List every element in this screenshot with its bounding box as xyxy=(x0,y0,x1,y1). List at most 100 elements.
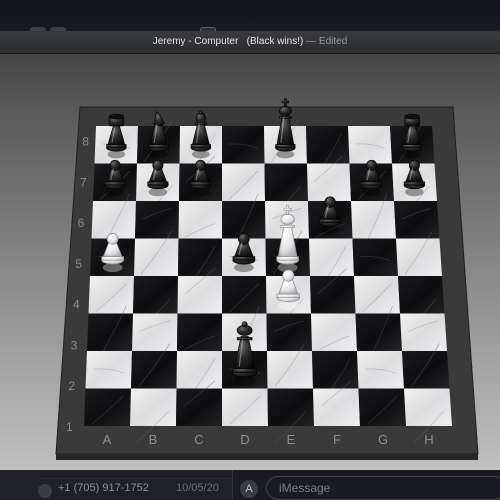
square-c3[interactable] xyxy=(177,313,222,352)
piece-head xyxy=(152,159,164,171)
piece-finial xyxy=(198,110,203,115)
background-window-top xyxy=(0,0,500,36)
square-e2[interactable] xyxy=(267,351,313,389)
square-d1[interactable] xyxy=(222,388,268,427)
title-dash: — xyxy=(306,36,317,47)
square-h2[interactable] xyxy=(402,351,450,389)
title-edited: Edited xyxy=(318,36,348,47)
square-b3[interactable] xyxy=(132,313,178,352)
rank-label-7: 7 xyxy=(80,175,87,189)
piece-crown xyxy=(280,213,295,225)
square-d6[interactable] xyxy=(222,201,266,239)
rank-label-4: 4 xyxy=(73,298,80,312)
piece-plinth xyxy=(276,256,299,261)
piece-cross-h xyxy=(283,207,292,211)
board-frame-edge xyxy=(56,454,478,460)
square-b1[interactable] xyxy=(130,388,177,427)
piece-head xyxy=(366,159,378,171)
piece-head xyxy=(282,269,295,282)
square-g6[interactable] xyxy=(351,201,396,239)
square-b4[interactable] xyxy=(133,276,178,314)
square-h6[interactable] xyxy=(394,201,440,239)
square-a6[interactable] xyxy=(91,201,137,239)
square-g3[interactable] xyxy=(355,313,403,352)
piece-plinth xyxy=(403,181,425,186)
piece-plinth xyxy=(104,181,126,186)
square-e1[interactable] xyxy=(267,388,315,427)
rank-label-1: 1 xyxy=(66,420,73,434)
square-a4[interactable] xyxy=(88,276,135,314)
piece-collar xyxy=(280,225,295,228)
square-f3[interactable] xyxy=(311,313,357,352)
piece-plinth xyxy=(276,293,301,299)
window-title: Jeremy - Computer (Black wins!) — Edited xyxy=(0,31,500,53)
rank-label-3: 3 xyxy=(71,338,78,352)
square-a1[interactable] xyxy=(84,388,131,427)
square-g4[interactable] xyxy=(354,276,400,314)
piece-plinth xyxy=(190,144,212,149)
square-d4[interactable] xyxy=(222,276,267,314)
square-g1[interactable] xyxy=(358,388,407,427)
rank-label-2: 2 xyxy=(68,379,75,393)
square-f4[interactable] xyxy=(310,276,356,314)
conversation-list: +1 (705) 917-1752 10/05/20 xyxy=(0,470,233,500)
title-bar[interactable]: Jeremy - Computer (Black wins!) — Edited xyxy=(0,31,500,54)
piece-cross-h xyxy=(281,100,289,104)
piece-crown xyxy=(278,106,292,116)
file-label-G: G xyxy=(378,432,388,447)
title-result: (Black wins!) xyxy=(246,36,304,47)
square-a3[interactable] xyxy=(87,313,133,352)
rank-label-8: 8 xyxy=(82,135,89,149)
piece-plinth xyxy=(106,144,127,149)
square-d7[interactable] xyxy=(222,163,265,202)
piece-plinth xyxy=(401,144,423,149)
avatar xyxy=(38,484,52,498)
chess-board[interactable]: 8 7 6 5 4 3 2 1 A B C D E F G H xyxy=(0,53,500,470)
background-messages-window: +1 (705) 917-1752 10/05/20 A iMessage xyxy=(0,470,500,500)
piece-head xyxy=(195,159,207,171)
piece-collar xyxy=(194,122,208,125)
square-h1[interactable] xyxy=(404,388,452,427)
piece-collar xyxy=(279,116,292,119)
message-input[interactable]: iMessage xyxy=(266,476,500,500)
file-label-A: A xyxy=(103,432,112,447)
square-f8[interactable] xyxy=(306,126,350,164)
square-h3[interactable] xyxy=(400,313,447,352)
square-b2[interactable] xyxy=(131,351,177,389)
piece-plinth xyxy=(190,181,212,186)
piece-plinth xyxy=(275,144,296,149)
square-c6[interactable] xyxy=(178,201,223,239)
square-h5[interactable] xyxy=(396,238,442,277)
piece-head xyxy=(238,233,250,245)
piece-head xyxy=(109,159,121,171)
file-label-E: E xyxy=(287,432,296,447)
piece-plinth xyxy=(361,181,383,186)
file-label-B: B xyxy=(149,432,158,447)
piece-head xyxy=(324,196,336,208)
piece-collar xyxy=(236,337,253,341)
square-f1[interactable] xyxy=(313,388,360,427)
file-label-C: C xyxy=(194,432,203,447)
file-label-H: H xyxy=(424,432,433,447)
contact-number[interactable]: +1 (705) 917-1752 xyxy=(58,482,149,494)
piece-head xyxy=(408,159,420,171)
square-e3[interactable] xyxy=(266,313,313,352)
contact-date: 10/05/20 xyxy=(176,482,219,494)
divider xyxy=(38,478,232,479)
chess-window: Jeremy - Computer (Black wins!) — Edited… xyxy=(0,31,500,470)
app-store-icon[interactable]: A xyxy=(240,480,258,498)
board-area: 8 7 6 5 4 3 2 1 A B C D E F G H xyxy=(0,53,500,470)
square-f2[interactable] xyxy=(312,351,359,389)
piece-top xyxy=(404,113,420,120)
piece-head xyxy=(106,233,119,245)
piece-finial xyxy=(241,321,248,328)
square-b6[interactable] xyxy=(135,201,179,239)
title-players: Jeremy - Computer xyxy=(152,36,239,47)
square-h4[interactable] xyxy=(398,276,445,314)
piece-plinth xyxy=(232,368,258,374)
square-f5[interactable] xyxy=(309,238,354,277)
square-e7[interactable] xyxy=(264,163,309,202)
square-f7[interactable] xyxy=(307,163,351,202)
piece-plinth xyxy=(101,256,124,261)
square-b5[interactable] xyxy=(134,238,179,277)
